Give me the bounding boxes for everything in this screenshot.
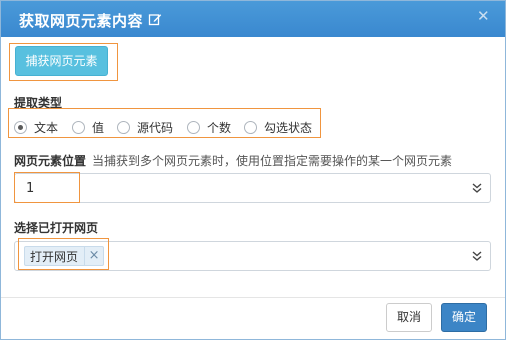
radio-check-state[interactable]: 勾选状态 (244, 120, 313, 135)
double-chevron-down-icon[interactable] (471, 250, 483, 262)
double-chevron-down-icon[interactable] (471, 182, 483, 194)
dialog-header: 获取网页元素内容 ✕ (1, 1, 505, 37)
element-position-input[interactable]: 1 (14, 173, 491, 203)
radio-circle[interactable] (244, 120, 257, 134)
radio-count[interactable]: 个数 (187, 120, 232, 135)
radio-circle[interactable] (117, 120, 130, 134)
dialog: 获取网页元素内容 ✕ 捕获网页元素 提取类型 文本 值 源代码 个数 勾选状态 … (0, 0, 506, 340)
radio-count-label: 个数 (207, 120, 232, 135)
dialog-title: 获取网页元素内容 (19, 12, 144, 30)
element-position-label: 网页元素位置 (14, 154, 87, 168)
opened-page-label: 选择已打开网页 (14, 221, 99, 235)
radio-circle-checked[interactable] (14, 120, 27, 134)
radio-circle[interactable] (72, 120, 85, 134)
capture-element-button[interactable]: 捕获网页元素 (15, 46, 108, 76)
close-icon[interactable]: ✕ (477, 9, 491, 24)
radio-value-label: 值 (92, 120, 105, 135)
radio-source-label: 源代码 (137, 120, 174, 135)
radio-check-state-label: 勾选状态 (264, 120, 313, 135)
radio-source[interactable]: 源代码 (117, 120, 174, 135)
radio-circle[interactable] (187, 120, 200, 134)
radio-text[interactable]: 文本 (14, 120, 59, 135)
cancel-button[interactable]: 取消 (386, 303, 432, 332)
footer-divider (1, 297, 505, 298)
opened-page-highlight-frame (18, 238, 109, 270)
ok-button[interactable]: 确定 (441, 303, 487, 332)
element-position-hint: 当捕获到多个网页元素时，使用位置指定需要操作的某一个网页元素 (92, 154, 453, 168)
position-highlight-frame (14, 172, 80, 203)
radio-value[interactable]: 值 (72, 120, 105, 135)
radio-text-label: 文本 (34, 120, 59, 135)
edit-icon[interactable] (148, 12, 162, 26)
